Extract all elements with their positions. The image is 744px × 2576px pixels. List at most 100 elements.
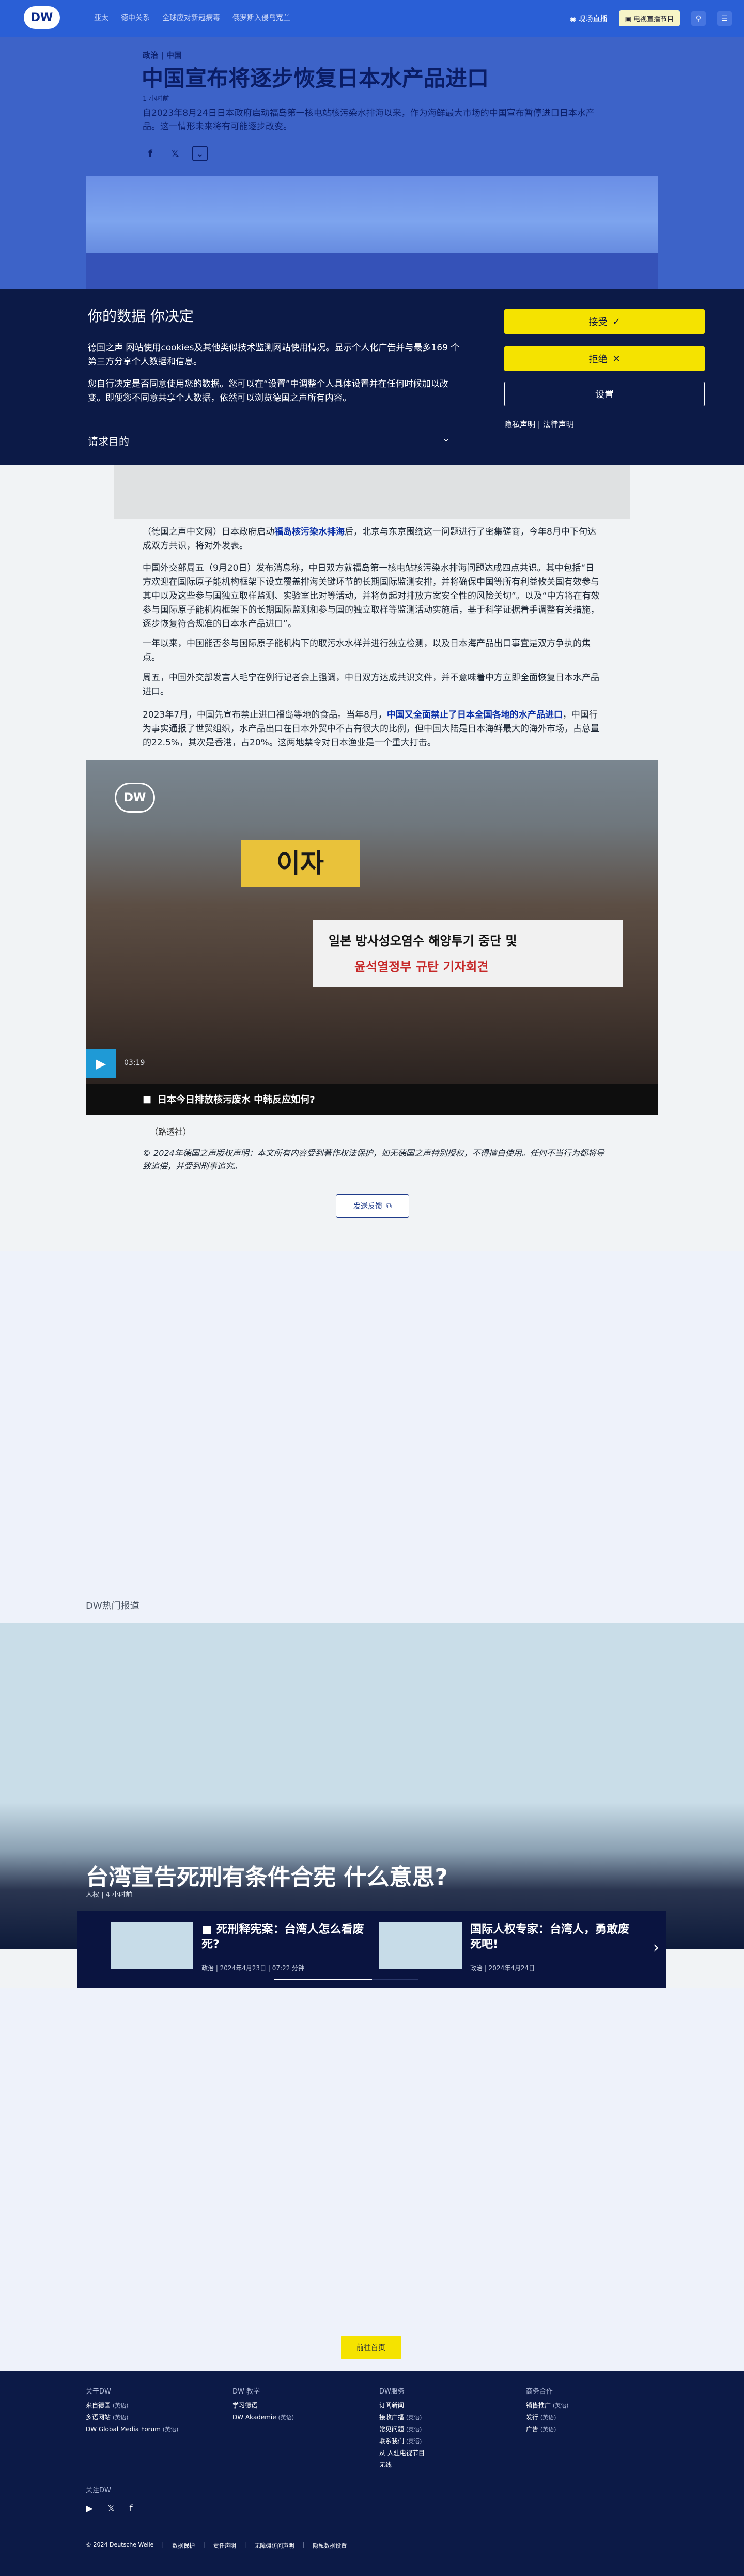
card-meta: 政治 | 2024年4月23日 | 07:22 分钟 — [202, 1964, 305, 1972]
carousel-card[interactable]: 国际人权专家：台湾人，勇敢废死吧! 政治 | 2024年4月24日 — [379, 1922, 638, 1974]
footer-link[interactable]: 订阅新闻 — [379, 2400, 425, 2412]
footer-link[interactable]: 多语网站 (英语) — [86, 2412, 178, 2423]
card-thumbnail — [379, 1922, 462, 1969]
accept-button[interactable]: 接受 ✓ — [504, 309, 705, 334]
copyright-notice: © 2024年德国之声版权声明：本文所有内容受到著作权法保护，如无德国之声特别授… — [143, 1148, 605, 1171]
hero-image-shelf — [86, 253, 658, 289]
carousel-card[interactable]: ■ 死刑释宪案：台湾人怎么看废死? 政治 | 2024年4月23日 | 07:2… — [111, 1922, 369, 1974]
consent-links: 隐私声明 | 法律声明 — [504, 419, 574, 430]
article-title: 中国宣布将逐步恢复日本水产品进口 — [142, 66, 489, 91]
video-camera-icon: ■ — [202, 1923, 216, 1936]
privacy-link[interactable]: 隐私声明 — [504, 420, 535, 429]
footer-link[interactable]: 从 人驻电视节目 — [379, 2447, 425, 2459]
footer-link[interactable]: 无线 — [379, 2459, 425, 2471]
consent-title: 你的数据 你决定 — [88, 308, 194, 325]
chevron-down-icon[interactable]: ⌄ — [442, 433, 450, 444]
play-icon[interactable]: ▶ — [86, 1049, 116, 1078]
featured-story[interactable]: 台湾宣告死刑有条件合宪 什么意思? 人权 | 4 小时前 — [0, 1623, 744, 1949]
import-ban-link[interactable]: 中国又全面禁止了日本全国各地的水产品进口 — [387, 710, 563, 720]
image-caption-area — [114, 465, 630, 519]
footer-link[interactable]: 发行 (英语) — [526, 2412, 568, 2423]
footer-link[interactable]: DW Global Media Forum (英语) — [86, 2423, 178, 2435]
nav-link-covid[interactable]: 全球应对新冠病毒 — [162, 12, 220, 23]
protest-sign: 이자 — [241, 840, 360, 887]
carousel-progress — [274, 1979, 419, 1980]
footer-link[interactable]: 联系我们 (英语) — [379, 2435, 425, 2447]
video-duration: 03:19 — [124, 1059, 145, 1067]
article-lead: 自2023年8月24日日本政府启动福岛第一核电站核污染水排海以来，作为海鲜最大市… — [143, 108, 595, 132]
grid-icon[interactable]: ☰ — [717, 11, 732, 26]
legal-link[interactable]: 法律声明 — [543, 420, 574, 429]
external-icon: ⧉ — [386, 1202, 392, 1210]
nav-link-asia[interactable]: 亚太 — [94, 12, 109, 23]
card-title: 国际人权专家：台湾人，勇敢废死吧! — [470, 1923, 630, 1951]
breadcrumb[interactable]: 政治 | 中国 — [143, 50, 182, 60]
featured-title[interactable]: 台湾宣告死刑有条件合宪 什么意思? — [86, 1858, 448, 1892]
video-caption: ■ 日本今日排放核污废水 中韩反应如何? — [86, 1084, 658, 1115]
footer-link[interactable]: DW Akademie (英语) — [233, 2412, 294, 2423]
facebook-icon[interactable]: f — [143, 146, 158, 161]
nav-link-ukraine[interactable]: 俄罗斯入侵乌克兰 — [233, 12, 290, 23]
footer-link-accessibility[interactable]: 无障碍访问声明 — [255, 2541, 295, 2550]
consent-purpose-toggle[interactable]: 请求目的 — [88, 433, 129, 448]
ad-space — [0, 1251, 744, 1623]
lower-section — [0, 1988, 744, 2371]
hot-stories-label: DW热门报道 — [86, 1601, 140, 1611]
footer-col-about: 关于DW 来自德国 (英语) 多语网站 (英语) DW Global Media… — [86, 2386, 178, 2435]
feedback-button[interactable]: 发送反馈 ⧉ — [336, 1194, 409, 1218]
consent-text-2: 您自行决定是否同意使用您的数据。您可以在“设置”中调整个人具体设置并在任何时候加… — [88, 379, 448, 403]
search-icon[interactable]: ⚲ — [691, 11, 706, 26]
featured-meta: 人权 | 4 小时前 — [86, 1891, 133, 1899]
footer-link-disclaimer[interactable]: 责任声明 — [213, 2541, 236, 2550]
consent-panel: 你的数据 你决定 德国之声 网站使用cookies及其他类似技术监测网站使用情况… — [0, 289, 744, 465]
source-credit: （路透社） — [150, 1127, 192, 1137]
live-link[interactable]: ◉ 现场直播 — [570, 13, 608, 24]
dw-logo[interactable]: DW — [24, 6, 60, 29]
footer-link-privacy-settings[interactable]: 隐私数据设置 — [313, 2541, 347, 2550]
nav-right: ◉ 现场直播 ▣ 电视直播节目 ⚲ ☰ — [570, 10, 732, 26]
footer-link[interactable]: 常见问题 (英语) — [379, 2423, 425, 2435]
paragraph-3: 一年以来，中国能否参与国际原子能机构下的取污水水样并进行独立检测，以及日本海产品… — [143, 638, 591, 663]
hero-image — [86, 176, 658, 289]
footer-link[interactable]: 接收广播 (英语) — [379, 2412, 425, 2423]
paragraph-5: 2023年7月，中国先宣布禁止进口福岛等地的食品。当年8月，中国又全面禁止了日本… — [143, 710, 599, 748]
chevron-down-icon[interactable]: ⌄ — [192, 146, 208, 161]
youtube-icon[interactable]: ▶ — [86, 2503, 93, 2514]
follow-label: 关注DW — [86, 2487, 111, 2494]
video-player[interactable]: 이자 일본 방사성오염수 해양투기 중단 및 윤석열정부 규탄 기자회견 DW … — [86, 760, 658, 1084]
footer-link[interactable]: 学习德语 — [233, 2400, 294, 2412]
card-meta: 政治 | 2024年4月24日 — [470, 1964, 535, 1972]
facebook-icon[interactable]: f — [129, 2503, 132, 2514]
decline-button[interactable]: 拒绝 ✕ — [504, 346, 705, 371]
card-thumbnail — [111, 1922, 193, 1969]
top-navigation: DW 亚太 德中关系 全球应对新冠病毒 俄罗斯入侵乌克兰 ◉ 现场直播 ▣ 电视… — [0, 0, 744, 37]
article-meta: 1 小时前 — [143, 95, 169, 103]
footer-col-business: 商务合作 销售推广 (英语) 发行 (英语) 广告 (英语) — [526, 2386, 568, 2435]
footer-link[interactable]: 来自德国 (英语) — [86, 2400, 178, 2412]
footer-link-privacy[interactable]: 数据保护 — [172, 2541, 195, 2550]
consent-text-1: 德国之声 网站使用cookies及其他类似技术监测网站使用情况。显示个人化广告并… — [88, 343, 460, 367]
live-icon: ◉ — [569, 14, 577, 23]
home-button[interactable]: 前往首页 — [341, 2336, 401, 2359]
footer: 关于DW 来自德国 (英语) 多语网站 (英语) DW Global Media… — [0, 2371, 744, 2576]
tv-live-button[interactable]: ▣ 电视直播节目 — [618, 10, 680, 26]
x-icon[interactable]: 𝕏 — [107, 2503, 115, 2514]
video-camera-icon: ■ — [143, 1093, 152, 1105]
fukushima-link[interactable]: 福岛核污染水排海 — [274, 527, 345, 537]
nav-link-germany-china[interactable]: 德中关系 — [121, 12, 150, 23]
close-icon: ✕ — [612, 353, 621, 364]
chevron-right-icon[interactable]: › — [653, 1939, 659, 1957]
social-links: ▶ 𝕏 f — [86, 2503, 133, 2514]
check-icon: ✓ — [612, 316, 621, 327]
x-icon[interactable]: 𝕏 — [167, 146, 183, 161]
settings-button[interactable]: 设置 — [504, 382, 705, 406]
footer-link[interactable]: 销售推广 (英语) — [526, 2400, 568, 2412]
paragraph-2: 中国外交部周五（9月20日）发布消息称，中日双方就福岛第一核电站核污染水排海问题… — [143, 563, 600, 629]
footer-link[interactable]: 广告 (英语) — [526, 2423, 568, 2435]
banner-text-1: 일본 방사성오염수 해양투기 중단 및 — [329, 934, 517, 948]
paragraph-4: 周五，中国外交部发言人毛宁在例行记者会上强调，中日双方达成共识文件，并不意味着中… — [143, 673, 599, 697]
tv-icon: ▣ — [625, 16, 631, 23]
footer-col-education: DW 教学 学习德语 DW Akademie (英语) — [233, 2386, 294, 2423]
paragraph-1: （德国之声中文网）日本政府启动福岛核污染水排海后，北京与东京围绕这一问题进行了密… — [143, 527, 596, 551]
story-carousel: ■ 死刑释宪案：台湾人怎么看废死? 政治 | 2024年4月23日 | 07:2… — [78, 1911, 667, 1988]
